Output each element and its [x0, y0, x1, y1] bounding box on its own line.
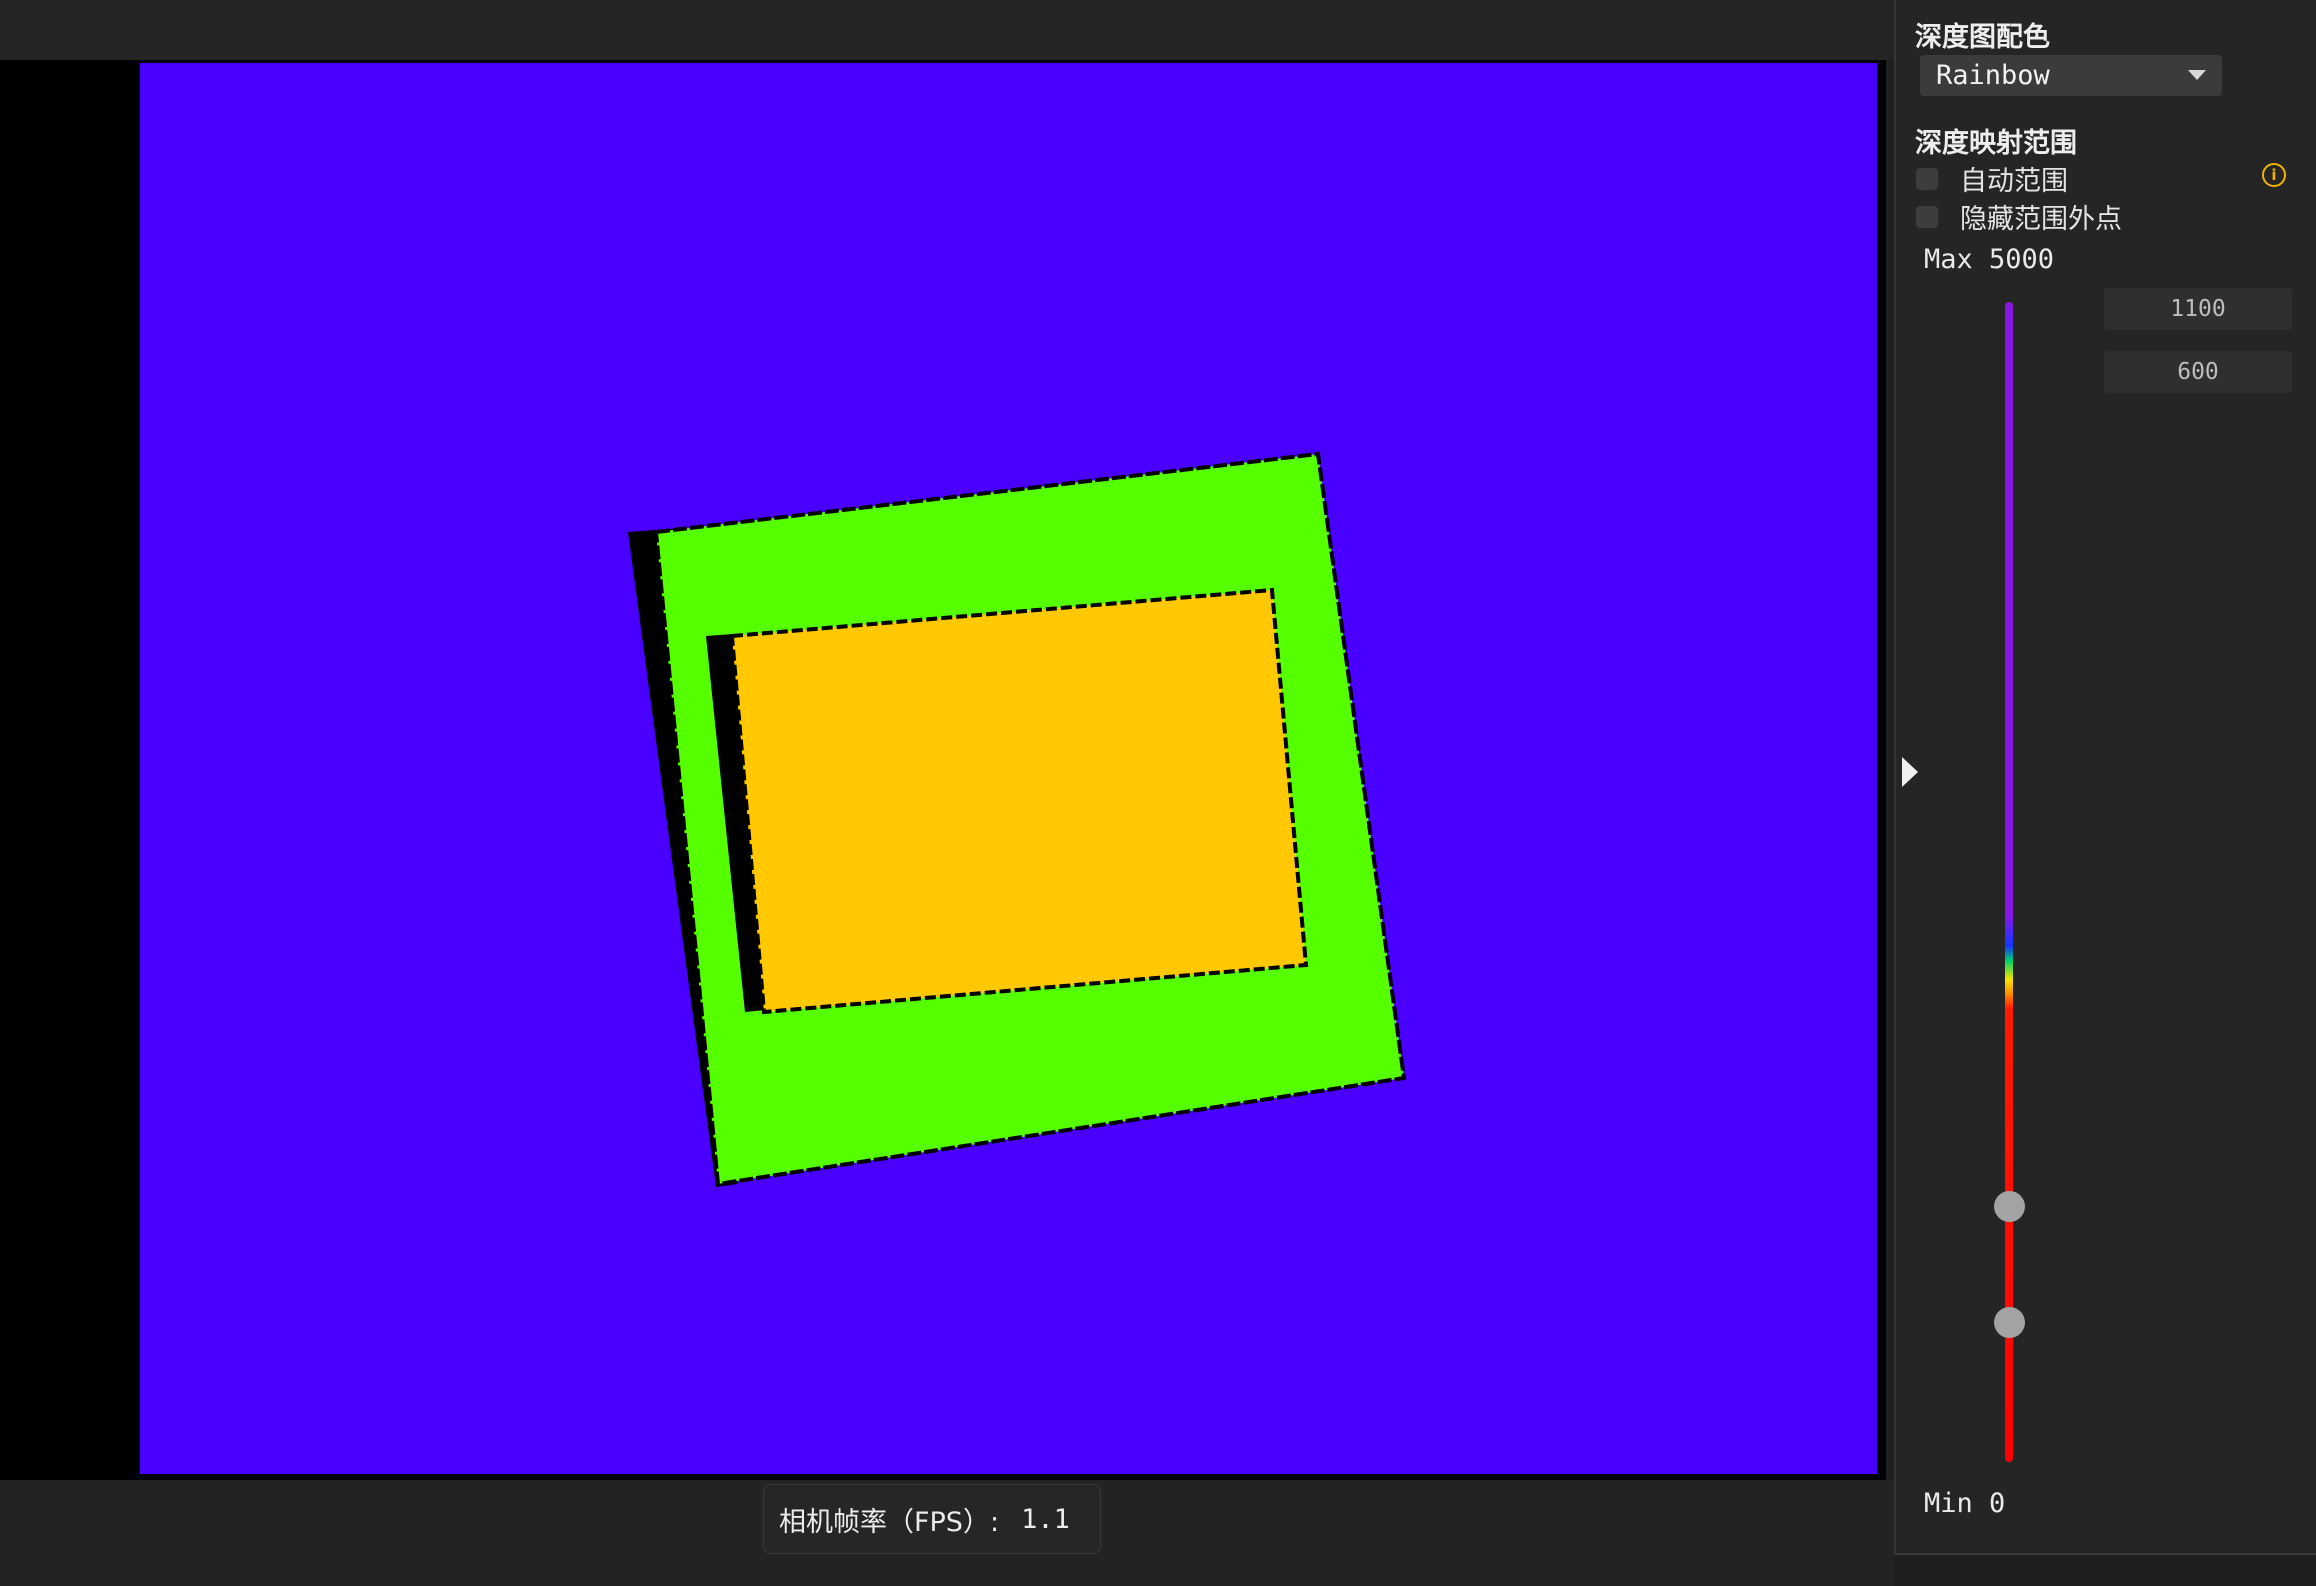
panel-scrollbar-area — [1894, 1553, 2316, 1586]
colormap-dropdown[interactable]: Rainbow — [1920, 55, 2222, 96]
colormap-title: 深度图配色 — [1915, 22, 2050, 53]
fps-value: 1.1 — [1021, 1503, 1070, 1535]
colormap-selected: Rainbow — [1936, 60, 2050, 91]
auto-range-option[interactable]: 自动范围 — [1916, 159, 2068, 198]
fps-indicator: 相机帧率（FPS）: 1.1 — [763, 1484, 1101, 1554]
depth-range-slider[interactable] — [2005, 302, 2013, 1462]
auto-range-checkbox[interactable] — [1916, 167, 1938, 190]
top-bar — [0, 0, 1894, 60]
auto-range-label: 自动范围 — [1960, 166, 2068, 197]
triangle-right-icon[interactable] — [1902, 757, 1918, 787]
min-label: Min 0 — [1924, 1488, 2006, 1519]
depth-viewport[interactable] — [0, 60, 1886, 1480]
fps-label: 相机帧率（FPS）: — [779, 1506, 1000, 1538]
range-title: 深度映射范围 — [1915, 128, 2077, 159]
max-label: Max 5000 — [1924, 244, 2055, 275]
hide-outside-option[interactable]: 隐藏范围外点 — [1916, 197, 2122, 236]
upper-value-input[interactable]: 1100 — [2104, 288, 2292, 330]
hide-outside-label: 隐藏范围外点 — [1960, 204, 2122, 235]
chevron-down-icon — [2188, 70, 2206, 80]
lower-value-input[interactable]: 600 — [2104, 351, 2292, 393]
info-icon[interactable]: i — [2262, 163, 2286, 187]
hide-outside-checkbox[interactable] — [1916, 205, 1938, 228]
depth-image — [140, 63, 1877, 1474]
box-inner — [732, 590, 1306, 1012]
